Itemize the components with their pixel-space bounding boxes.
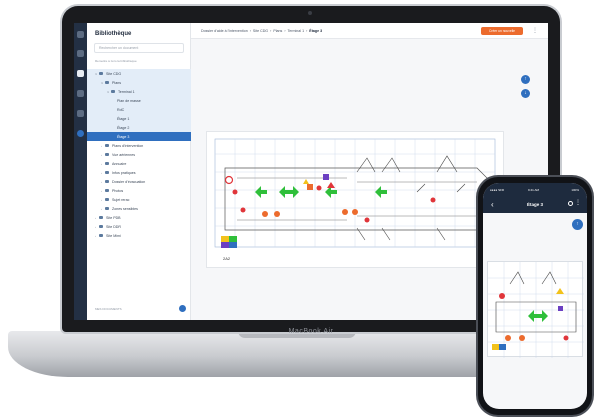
breadcrumb-item[interactable]: Plans bbox=[273, 29, 282, 33]
tree-item-label: Plans bbox=[112, 80, 121, 85]
camera bbox=[308, 11, 312, 15]
tree-item[interactable]: › Site PDB bbox=[87, 213, 191, 222]
breadcrumb-separator: › bbox=[270, 29, 272, 33]
breadcrumb-separator: › bbox=[306, 29, 308, 33]
phone: ●●●● SFR 9:41 AM 100% ‹ Étage 3 ⋮ ↑ bbox=[478, 177, 592, 415]
tree-item[interactable]: Étage 3 bbox=[87, 132, 223, 243]
tree-item-label: Infos pratiques bbox=[112, 170, 136, 175]
tree-item-label: Photos bbox=[112, 188, 124, 193]
top-bar: Dossier d'aide à l'intervention › Site CDG… bbox=[191, 23, 548, 39]
phone-screen: ●●●● SFR 9:41 AM 100% ‹ Étage 3 ⋮ ↑ bbox=[483, 183, 587, 409]
tree-item-label: Étage 3 bbox=[117, 134, 130, 139]
more-icon[interactable]: ⋮ bbox=[532, 28, 538, 34]
folder-icon bbox=[99, 225, 103, 228]
tree-item[interactable]: ∨ Plans bbox=[87, 78, 191, 87]
folder-icon bbox=[105, 171, 109, 174]
tree-item-label: Sujet rerac bbox=[112, 197, 130, 202]
more-icon[interactable]: ⋮ bbox=[575, 199, 581, 206]
breadcrumb-item[interactable]: Site CDG bbox=[253, 29, 268, 33]
library-sidebar: Bibliothèque Rechercher un document Reme… bbox=[87, 23, 223, 320]
zoom-out-button[interactable]: ↓ bbox=[521, 89, 530, 98]
edit-icon[interactable] bbox=[77, 110, 84, 117]
folder-icon bbox=[105, 198, 109, 201]
documents-icon[interactable] bbox=[77, 70, 84, 77]
plan-caption: 2A2 bbox=[223, 256, 231, 261]
tree-item-label: RdC bbox=[117, 107, 125, 112]
tree-item-label: Étage 2 bbox=[117, 125, 130, 130]
users-icon[interactable] bbox=[77, 90, 84, 97]
library-icon[interactable] bbox=[77, 31, 84, 38]
tree-item[interactable]: › Site Mimi bbox=[87, 231, 191, 240]
folder-icon bbox=[105, 144, 109, 147]
map-icon[interactable] bbox=[77, 50, 84, 57]
folder-icon bbox=[105, 162, 109, 165]
new-intervention-button[interactable]: Créer un nouvelle bbox=[481, 27, 523, 35]
battery-label: 100% bbox=[571, 188, 579, 192]
folder-icon bbox=[105, 81, 109, 84]
document-tree: ∨ Site CDG ∨ Plans ∨ Terminal 1 Plan de masse R… bbox=[87, 69, 223, 243]
tree-item-label: Zones sensibles bbox=[112, 206, 138, 211]
folder-icon bbox=[99, 216, 103, 219]
tree-item[interactable]: › Dossier d'évacuation bbox=[87, 177, 191, 186]
search-icon[interactable] bbox=[568, 201, 573, 206]
folder-icon bbox=[105, 189, 109, 192]
tree-item[interactable]: Étage 1 bbox=[87, 114, 223, 225]
tree-item-label: Vue aériennes bbox=[112, 152, 136, 157]
sidebar-footer-label: MES DOCUMENTS bbox=[95, 307, 122, 311]
tree-item-label: Dossier d'évacuation bbox=[112, 179, 146, 184]
sidebar-title: Bibliothèque bbox=[95, 31, 132, 37]
folder-icon bbox=[99, 234, 103, 237]
reset-library-link[interactable]: Remettre à zéro la bibliothèque bbox=[95, 59, 137, 63]
breadcrumb-separator: › bbox=[284, 29, 286, 33]
breadcrumb-item[interactable]: Dossier d'aide à l'intervention bbox=[201, 29, 248, 33]
tree-item[interactable]: › Plans d'intervention bbox=[87, 141, 191, 150]
laptop-screen: Bibliothèque Rechercher un document Reme… bbox=[74, 23, 548, 320]
folder-icon bbox=[111, 90, 115, 93]
tree-item-label: Site CDG bbox=[106, 71, 122, 76]
folder-icon bbox=[99, 72, 103, 75]
time-label: 9:41 AM bbox=[528, 188, 540, 192]
device-mockup: MacBook Air Bibliothèque Rechercher un d… bbox=[0, 0, 594, 418]
phone-zoom-button[interactable]: ↑ bbox=[572, 219, 583, 230]
tree-item-label: Plan de masse bbox=[117, 98, 141, 103]
tree-item[interactable]: › Annuaire bbox=[87, 159, 191, 168]
breadcrumb-item[interactable]: Terminal 1 bbox=[288, 29, 305, 33]
tree-item[interactable]: ∨ Site CDG bbox=[87, 69, 191, 78]
tree-item-label: Étage 1 bbox=[117, 116, 130, 121]
phone-status-bar: ●●●● SFR 9:41 AM 100% bbox=[483, 183, 587, 197]
tree-item-label: Site Mimi bbox=[106, 233, 121, 238]
tree-item-label: Plans d'intervention bbox=[112, 143, 144, 148]
folder-icon bbox=[105, 153, 109, 156]
floor-plan[interactable]: 2A2 bbox=[206, 131, 504, 268]
tree-item[interactable]: › Sujet rerac bbox=[87, 195, 191, 204]
folder-icon bbox=[105, 207, 109, 210]
tree-item[interactable]: › Photos bbox=[87, 186, 191, 195]
zoom-in-button[interactable]: ↑ bbox=[521, 75, 530, 84]
breadcrumb: Dossier d'aide à l'intervention › Site CDG… bbox=[201, 29, 322, 33]
tree-item[interactable]: › Infos pratiques bbox=[87, 168, 191, 177]
tree-item[interactable]: Étage 2 bbox=[87, 123, 223, 234]
breadcrumb-separator: › bbox=[249, 29, 251, 33]
add-icon[interactable] bbox=[179, 305, 186, 312]
globe-icon[interactable] bbox=[77, 130, 84, 137]
tree-item-label: Terminal 1 bbox=[118, 89, 135, 94]
breadcrumb-item[interactable]: Étage 3 bbox=[309, 29, 322, 33]
carrier-label: ●●●● SFR bbox=[490, 188, 505, 192]
tree-item[interactable]: RdC bbox=[87, 105, 223, 216]
tree-item[interactable]: Plan de masse bbox=[87, 96, 223, 207]
tree-item-label: Annuaire bbox=[112, 161, 127, 166]
tree-item[interactable]: ∨ Terminal 1 bbox=[87, 87, 191, 96]
tree-item[interactable]: › Zones sensibles bbox=[87, 204, 191, 213]
folder-icon bbox=[105, 180, 109, 183]
phone-floor-plan[interactable] bbox=[487, 261, 584, 358]
tree-item[interactable]: › Site DDR bbox=[87, 222, 191, 231]
phone-nav-bar: ‹ Étage 3 ⋮ bbox=[483, 197, 587, 213]
icon-rail bbox=[74, 23, 87, 320]
tree-item-label: Site DDR bbox=[106, 224, 121, 229]
tree-item-label: Site PDB bbox=[106, 215, 121, 220]
tree-item[interactable]: › Vue aériennes bbox=[87, 150, 191, 159]
search-input[interactable]: Rechercher un document bbox=[94, 43, 184, 53]
